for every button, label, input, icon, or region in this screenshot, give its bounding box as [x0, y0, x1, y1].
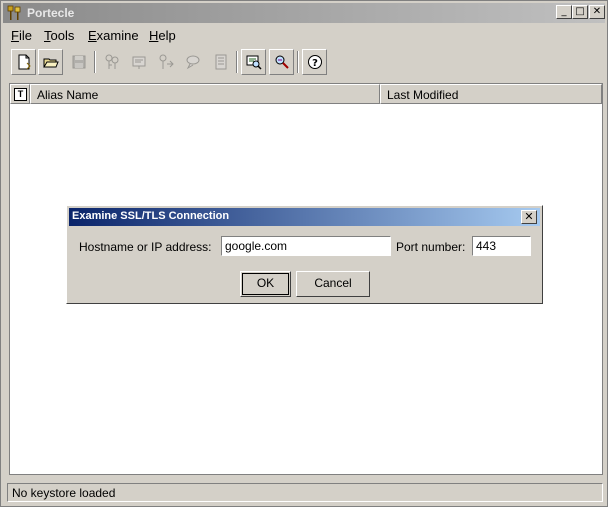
port-label: Port number: [396, 240, 466, 254]
menu-help-rest: elp [158, 28, 176, 43]
minimize-button[interactable]: _ [556, 5, 572, 19]
generate-keypair-icon [105, 54, 118, 69]
import-certificate-icon [132, 56, 145, 69]
menu-bar: File Tools Examine Help [3, 25, 605, 45]
menu-help[interactable]: Help [149, 28, 176, 43]
keystore-report-icon [215, 54, 226, 70]
window-title: Portecle [27, 6, 75, 20]
toolbar-separator [94, 51, 96, 73]
port-input[interactable] [472, 236, 531, 256]
alias-name-column-header[interactable]: Alias Name [30, 84, 380, 104]
menu-examine-rest: xamine [96, 28, 139, 43]
new-keystore-icon [18, 54, 31, 70]
last-modified-column-header[interactable]: Last Modified [380, 84, 602, 104]
open-keystore-icon [42, 58, 59, 68]
dialog-close-button[interactable]: ✕ [521, 210, 537, 224]
keystore-properties-icon [186, 55, 199, 70]
dialog-title: Examine SSL/TLS Connection [72, 210, 230, 222]
hostname-label: Hostname or IP address: [79, 240, 212, 254]
examine-certificate-button[interactable] [241, 49, 266, 75]
generate-keypair-button[interactable] [99, 49, 124, 75]
menu-file[interactable]: File [11, 28, 32, 43]
examine-ssl-dialog: Examine SSL/TLS Connection ✕ Hostname or… [66, 205, 543, 304]
new-keystore-button[interactable] [11, 49, 36, 75]
menu-help-mnemonic: H [149, 28, 159, 43]
menu-examine[interactable]: Examine [88, 28, 139, 43]
save-keystore-button[interactable] [66, 49, 91, 75]
title-bar: Portecle _ □ ✕ [3, 3, 605, 23]
close-button[interactable]: ✕ [589, 5, 605, 19]
import-keypair-icon [159, 54, 174, 69]
open-keystore-button[interactable] [38, 49, 63, 75]
type-column-badge: T [14, 88, 27, 101]
toolbar-separator [297, 51, 299, 73]
import-keypair-button[interactable] [153, 49, 178, 75]
ok-button[interactable]: OK [240, 271, 291, 297]
help-button[interactable]: ? [302, 49, 327, 75]
import-certificate-button[interactable] [126, 49, 151, 75]
save-keystore-icon [72, 55, 85, 69]
dialog-title-bar: Examine SSL/TLS Connection ✕ [69, 208, 540, 226]
help-icon: ? [307, 55, 322, 69]
menu-examine-mnemonic: E [88, 28, 97, 43]
menu-tools[interactable]: Tools [44, 28, 74, 43]
status-bar: No keystore loaded [7, 483, 603, 502]
menu-file-mnemonic: F [11, 28, 19, 43]
type-column-header[interactable]: T [10, 84, 30, 104]
maximize-button[interactable]: □ [572, 5, 588, 19]
examine-certificate-icon [246, 55, 262, 70]
examine-ssl-icon [275, 55, 289, 69]
keys-icon [7, 5, 21, 20]
svg-text:?: ? [312, 58, 318, 69]
cancel-button[interactable]: Cancel [296, 271, 370, 297]
toolbar: ? [3, 47, 605, 79]
menu-tools-rest: ools [50, 28, 75, 43]
table-header: T Alias Name Last Modified [10, 84, 602, 104]
menu-file-rest: ile [18, 28, 32, 43]
hostname-input[interactable] [221, 236, 391, 256]
keystore-report-button[interactable] [208, 49, 233, 75]
toolbar-separator [236, 51, 238, 73]
examine-ssl-button[interactable] [269, 49, 294, 75]
keystore-properties-button[interactable] [180, 49, 205, 75]
